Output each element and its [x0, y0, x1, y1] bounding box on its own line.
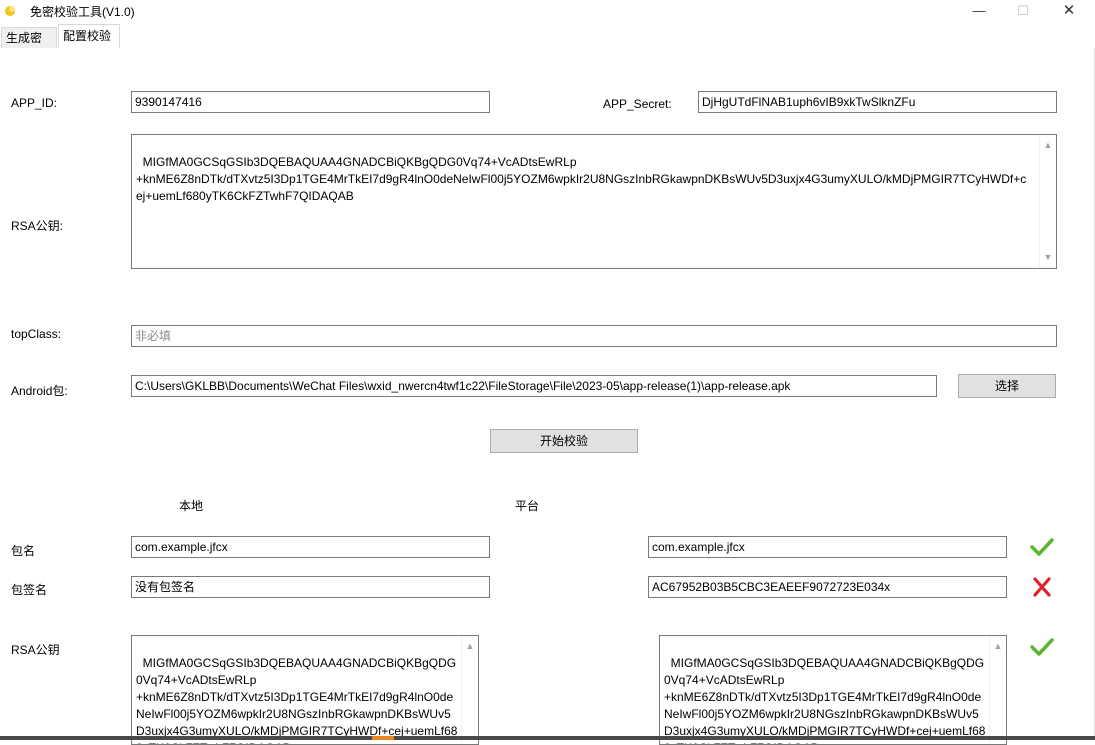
android-path-input[interactable]: C:\Users\GKLBB\Documents\WeChat Files\wx… — [131, 375, 937, 397]
close-button[interactable]: ✕ — [1046, 0, 1092, 24]
cross-icon — [1033, 577, 1051, 597]
rsa-key-text: MIGfMA0GCSqGSIb3DQEBAQUAA4GNADCBiQKBgQDG… — [136, 155, 1027, 203]
platform-package-name[interactable]: com.example.jfcx — [648, 536, 1007, 558]
scroll-down-icon[interactable]: ▼ — [1040, 249, 1056, 266]
tab-config-verify[interactable]: 配置校验 — [58, 24, 120, 49]
local-rsa-text: MIGfMA0GCSqGSIb3DQEBAQUAA4GNADCBiQKBgQDG… — [136, 656, 458, 744]
maximize-button[interactable]: ☐ — [1000, 0, 1046, 24]
title-bar: 免密校验工具(V1.0) — ☐ ✕ — [0, 0, 1095, 24]
choose-file-button[interactable]: 选择 — [958, 374, 1056, 398]
package-signature-label: 包签名 — [11, 583, 48, 597]
package-name-label: 包名 — [11, 544, 36, 558]
app-secret-label: APP_Secret: — [603, 97, 672, 111]
platform-column-header: 平台 — [515, 499, 540, 513]
android-package-label: Android包: — [11, 384, 68, 398]
local-rsa-textarea[interactable]: MIGfMA0GCSqGSIb3DQEBAQUAA4GNADCBiQKBgQDG… — [131, 635, 479, 745]
start-verify-button[interactable]: 开始校验 — [490, 429, 638, 453]
tab-strip: 生成密钥 配置校验 — [0, 24, 1095, 65]
checkmark-icon — [1030, 538, 1054, 556]
app-icon — [5, 6, 15, 16]
minimize-button[interactable]: — — [956, 0, 1002, 24]
platform-rsa-scrollbar[interactable]: ▲ — [989, 636, 1006, 744]
local-package-signature[interactable]: 没有包签名 — [131, 576, 490, 598]
rsa-compare-label: RSA公钥 — [11, 643, 60, 657]
local-column-header: 本地 — [179, 499, 204, 513]
scroll-up-icon[interactable]: ▲ — [462, 638, 478, 655]
platform-package-signature[interactable]: AC67952B03B5CBC3EAEEF9072723E034x — [648, 576, 1007, 598]
taskbar-edge — [0, 736, 1095, 740]
tab-generate-keys[interactable]: 生成密钥 — [1, 27, 57, 65]
platform-rsa-textarea[interactable]: MIGfMA0GCSqGSIb3DQEBAQUAA4GNADCBiQKBgQDG… — [659, 635, 1007, 745]
taskbar-accent — [372, 736, 394, 740]
rsa-key-textarea[interactable]: MIGfMA0GCSqGSIb3DQEBAQUAA4GNADCBiQKBgQDG… — [131, 134, 1057, 269]
window-title: 免密校验工具(V1.0) — [30, 5, 135, 19]
local-package-name[interactable]: com.example.jfcx — [131, 536, 490, 558]
topclass-label: topClass: — [11, 327, 62, 341]
scroll-up-icon[interactable]: ▲ — [990, 638, 1006, 655]
rsa-key-scrollbar[interactable]: ▲ ▼ — [1039, 135, 1056, 268]
scroll-up-icon[interactable]: ▲ — [1040, 137, 1056, 154]
topclass-input[interactable]: 非必填 — [131, 325, 1057, 347]
app-id-label: APP_ID: — [11, 96, 58, 110]
rsa-key-label: RSA公钥: — [11, 219, 64, 233]
platform-rsa-text: MIGfMA0GCSqGSIb3DQEBAQUAA4GNADCBiQKBgQDG… — [664, 656, 986, 744]
checkmark-icon — [1030, 638, 1054, 656]
app-secret-input[interactable]: DjHgUTdFlNAB1uph6vIB9xkTwSlknZFu — [698, 91, 1057, 113]
topclass-placeholder: 非必填 — [135, 329, 172, 343]
app-id-input[interactable]: 9390147416 — [131, 91, 490, 113]
local-rsa-scrollbar[interactable]: ▲ — [461, 636, 478, 744]
